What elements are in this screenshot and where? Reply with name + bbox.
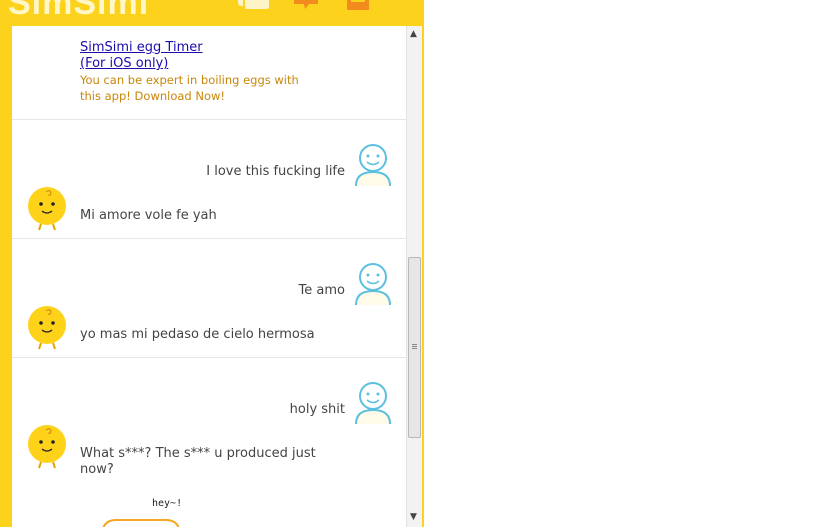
chat-scrollbar[interactable]: ▲ ▼: [406, 26, 422, 527]
ad-banner: SimSimi egg Timer (For iOS only) You can…: [12, 26, 406, 120]
ad-link[interactable]: SimSimi egg Timer (For iOS only): [80, 40, 300, 72]
sticker-bubble-icon: [102, 519, 180, 527]
menu-icon[interactable]: [345, 0, 371, 12]
conversation-item: I love this fucking life Mi amore vole f…: [12, 120, 406, 239]
app-logo: SimSimi: [8, 0, 150, 22]
scrollbar-thumb[interactable]: [408, 257, 421, 438]
sticker: hey~!: [98, 498, 198, 527]
chat-log: SimSimi egg Timer (For iOS only) You can…: [12, 26, 406, 527]
simsimi-message: What s***? The s*** u produced just now?: [80, 446, 316, 477]
conversation-item: holy shit What s***? The s*** u produced…: [12, 358, 406, 488]
user-avatar-icon: [355, 263, 391, 306]
simsimi-avatar-icon: [28, 306, 66, 350]
user-message: Te amo: [298, 283, 345, 298]
user-avatar-icon: [355, 382, 391, 425]
scroll-up-arrow-icon[interactable]: ▲: [410, 30, 417, 39]
simsimi-message: yo mas mi pedaso de cielo hermosa: [80, 327, 315, 342]
user-message: I love this fucking life: [206, 164, 345, 179]
ad-title-line1[interactable]: SimSimi egg Timer: [80, 40, 203, 55]
conversation-item: Te amo yo mas mi pedaso de cielo hermosa: [12, 239, 406, 358]
ad-title-line2[interactable]: (For iOS only): [80, 56, 168, 71]
chat-icon[interactable]: [236, 0, 272, 12]
scroll-down-arrow-icon[interactable]: ▼: [410, 513, 417, 522]
simsimi-avatar-icon: [28, 425, 66, 469]
simsimi-avatar-icon: [28, 187, 66, 231]
alert-icon[interactable]: [292, 0, 322, 12]
ad-description: You can be expert in boiling eggs with t…: [80, 73, 299, 103]
simsimi-message: Mi amore vole fe yah: [80, 208, 217, 223]
simsimi-app: SimSimi SimSimi egg Timer (For iOS only)…: [0, 0, 424, 527]
user-message: holy shit: [289, 402, 345, 417]
user-avatar-icon: [355, 144, 391, 187]
